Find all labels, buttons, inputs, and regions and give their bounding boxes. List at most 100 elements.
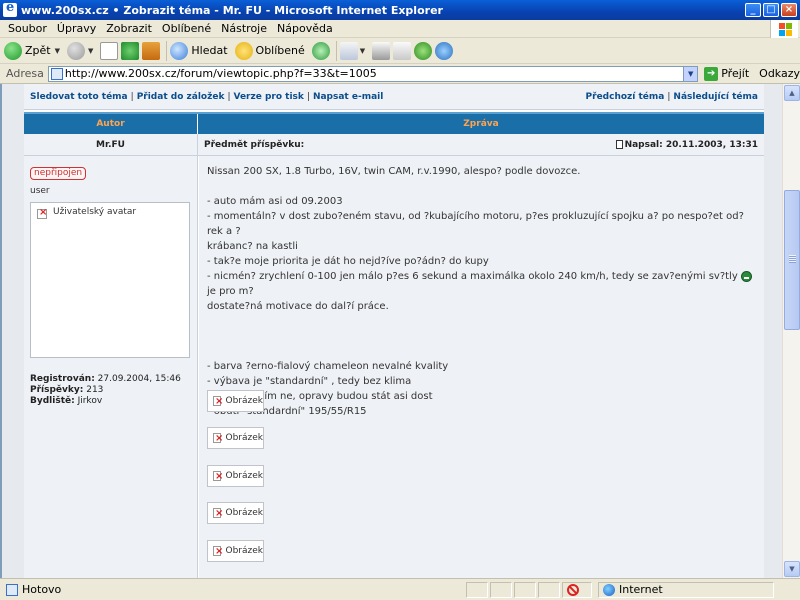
next-topic-link[interactable]: Následující téma [673,92,758,102]
mail-dropdown-icon[interactable]: ▼ [360,47,365,55]
registered-value: 27.09.2004, 15:46 [97,374,181,384]
print-icon [372,41,391,60]
post-line: - auto mám asi od 09.2003 [207,196,343,207]
address-dropdown-icon[interactable]: ▼ [683,66,698,81]
contacts-button[interactable] [435,40,454,62]
status-text: Hotovo [22,583,62,596]
post-line: - barva ?erno-fialový chameleon nevalné … [207,361,449,372]
back-dropdown-icon[interactable]: ▼ [55,47,60,55]
toolbar-separator [335,40,337,61]
menu-nastroje[interactable]: Nástroje [216,22,272,35]
menu-soubor[interactable]: Soubor [0,22,52,35]
clover-icon [414,41,433,60]
menu-napoveda[interactable]: Nápověda [272,22,338,35]
address-url: http://www.200sx.cz/forum/viewtopic.php?… [64,67,377,80]
zone-label: Internet [619,583,663,596]
stop-button[interactable] [100,40,119,62]
image-placeholder[interactable]: Obrázek [207,427,264,449]
post-author[interactable]: Mr.FU [24,134,198,155]
scroll-down-button[interactable]: ▼ [784,561,800,577]
security-zone[interactable]: Internet [598,581,774,598]
email-link[interactable]: Napsat e-mail [313,92,383,102]
print-button[interactable] [372,40,391,62]
back-label: Zpět [25,44,51,57]
image-placeholder[interactable]: Obrázek [207,540,264,562]
forward-dropdown-icon[interactable]: ▼ [88,47,93,55]
registered-label: Registrován: [30,374,95,384]
links-button[interactable]: Odkazy [759,67,800,80]
table-header: Autor Zpráva [24,112,764,134]
print-version-link[interactable]: Verze pro tisk [233,92,303,102]
image-alt-text: Obrázek [225,470,264,481]
back-button[interactable]: Zpět ▼ [4,40,64,62]
post-line: dostate?ná motivace do dal?í práce. [207,301,389,312]
address-input[interactable]: http://www.200sx.cz/forum/viewtopic.php?… [47,65,699,82]
go-button[interactable]: ➔ Přejít [704,66,749,81]
post-header: Mr.FU Předmět příspěvku: Napsal: 20.11.2… [24,134,764,156]
broken-image-icon [213,506,223,521]
status-panels [466,581,594,598]
image-alt-text: Obrázek [225,545,264,556]
toolbar: Zpět ▼ ▼ Hledat Oblíbené ▼ [0,38,800,64]
favorites-label: Oblíbené [255,44,305,57]
mail-button[interactable]: ▼ [339,40,369,62]
post-text: Nissan 200 SX, 1.8 Turbo, 16V, twin CAM,… [207,164,757,419]
watch-topic-link[interactable]: Sledovat toto téma [30,92,128,102]
messenger-button[interactable] [414,40,433,62]
edit-icon [393,41,412,60]
post-line: - obutí "standardní" 195/55/R15 [207,406,367,417]
avatar-alt-text: Uživatelský avatar [53,207,137,217]
offline-status-badge: nepřipojen [30,167,87,180]
bookmark-link[interactable]: Přidat do záložek [137,92,225,102]
windows-logo-icon [770,20,798,38]
post-date-text: Napsal: 20.11.2003, 13:31 [624,139,758,150]
posts-value: 213 [86,385,104,395]
refresh-button[interactable] [121,40,140,62]
post-body: Nissan 200 SX, 1.8 Turbo, 16V, twin CAM,… [199,156,764,578]
post-line: - tak?e moje priorita je dát ho nejd?íve… [207,256,489,267]
forward-arrow-icon [67,41,85,60]
minimize-button[interactable]: _ [745,3,761,17]
post-line: - tuning zatím ne, opravy budou stát asi… [207,391,433,402]
home-button[interactable] [142,40,161,62]
previous-topic-link[interactable]: Předchozí téma [586,92,665,102]
search-button[interactable]: Hledat [170,40,231,62]
globe-icon [603,583,615,596]
author-profile: nepřipojen user Uživatelský avatar Regis… [24,156,198,578]
ie-icon [3,0,17,17]
menu-oblibene[interactable]: Oblíbené [157,22,216,35]
popup-blocker-panel[interactable] [562,581,592,598]
toolbar-separator [166,40,168,61]
page-viewport: Sledovat toto téma | Přidat do záložek |… [0,84,782,578]
window-title: www.200sx.cz • Zobrazit téma - Mr. FU - … [21,3,443,17]
scroll-up-button[interactable]: ▲ [784,85,800,101]
image-placeholder[interactable]: Obrázek [207,502,264,524]
blocked-icon [567,584,579,596]
broken-image-icon [213,431,223,446]
post-date: Napsal: 20.11.2003, 13:31 [615,134,764,155]
author-stats: Registrován: 27.09.2004, 15:46 Příspěvky… [30,374,181,407]
post-intro: Nissan 200 SX, 1.8 Turbo, 16V, twin CAM,… [207,166,581,177]
maximize-button[interactable]: □ [763,3,779,17]
topic-actions: Sledovat toto téma | Přidat do záložek |… [24,84,764,110]
image-alt-text: Obrázek [225,432,264,443]
image-placeholder[interactable]: Obrázek [207,390,264,412]
menu-upravy[interactable]: Úpravy [52,22,101,35]
menu-zobrazit[interactable]: Zobrazit [101,22,157,35]
history-button[interactable] [311,40,330,62]
forward-button[interactable]: ▼ [67,40,97,62]
menu-bar: Soubor Úpravy Zobrazit Oblíbené Nástroje… [0,20,800,38]
refresh-icon [121,41,140,60]
close-button[interactable]: × [781,3,797,17]
status-bar: Hotovo Internet [0,578,800,600]
vertical-scrollbar[interactable]: ▲ ▼ [782,84,800,578]
edit-button[interactable] [393,40,412,62]
post-icon[interactable] [615,140,623,149]
post-line: - momentáln? v dost zubo?eném stavu, od … [207,211,744,237]
message-column-header: Zpráva [463,119,499,129]
address-bar: Adresa http://www.200sx.cz/forum/viewtop… [0,64,800,84]
favorites-button[interactable]: Oblíbené [234,40,309,62]
scroll-thumb[interactable] [784,190,800,330]
image-placeholder[interactable]: Obrázek [207,465,264,487]
posts-label: Příspěvky: [30,385,84,395]
